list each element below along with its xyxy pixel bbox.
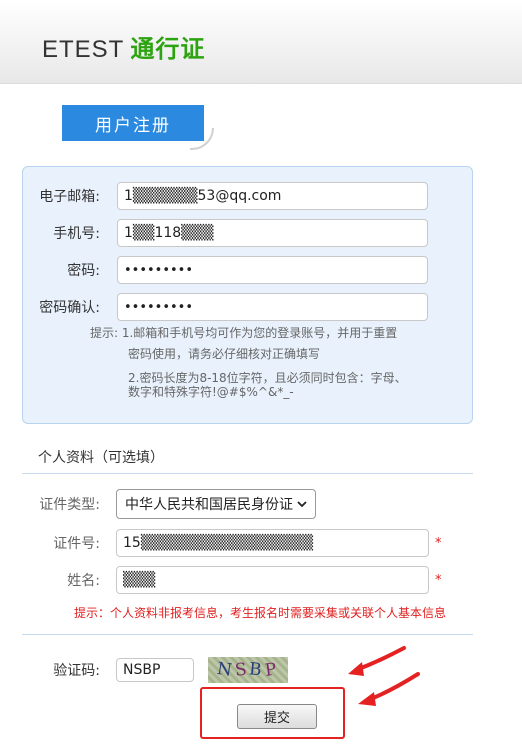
id-type-value: 中华人民共和国居民身份证 — [125, 497, 293, 513]
id-number-field[interactable]: 15▒▒▒▒▒▒▒▒▒▒▒▒▒▒▒▒ — [116, 529, 429, 557]
email-row: 电子邮箱: 1▒▒▒▒▒▒53@qq.com — [30, 182, 428, 210]
captcha-char: P — [263, 659, 281, 681]
section-divider — [22, 634, 473, 635]
captcha-input[interactable]: NSBP — [116, 658, 194, 682]
name-label: 姓名: — [67, 573, 100, 589]
captcha-row: 验证码: NSBP — [30, 658, 194, 682]
confirm-password-label: 密码确认: — [39, 300, 100, 316]
brand-suffix: 通行证 — [130, 36, 206, 63]
required-mark: * — [435, 535, 442, 551]
account-hint-2b: 数字和特殊字符!@#$%^&*_- — [128, 385, 294, 399]
id-type-select[interactable]: 中华人民共和国居民身份证 — [116, 489, 316, 519]
id-number-row: 证件号: 15▒▒▒▒▒▒▒▒▒▒▒▒▒▒▒▒ * — [30, 529, 442, 557]
account-hint-1a: 提示: 1.邮箱和手机号均可作为您的登录账号，并用于重置 — [90, 326, 398, 340]
register-tab-tail — [190, 128, 214, 150]
chevron-down-icon — [297, 496, 307, 512]
page-header: ETEST 通行证 — [0, 0, 522, 84]
brand-prefix: ETEST — [42, 36, 125, 63]
captcha-char: N — [215, 658, 236, 682]
id-number-label: 证件号: — [53, 536, 100, 552]
name-field[interactable]: ▒▒▒ — [116, 566, 429, 594]
phone-field[interactable]: 1▒▒118▒▒▒ — [117, 219, 428, 247]
email-field[interactable]: 1▒▒▒▒▒▒53@qq.com — [117, 182, 428, 210]
password-label: 密码: — [67, 263, 100, 279]
captcha-image[interactable]: N S B P — [208, 657, 288, 683]
annotation-arrow-icon — [358, 672, 420, 706]
register-tab: 用户注册 — [62, 105, 204, 141]
email-label: 电子邮箱: — [39, 189, 100, 205]
phone-label: 手机号: — [53, 226, 100, 242]
confirm-password-row: 密码确认: ••••••••• — [30, 293, 428, 321]
account-hint-1b: 密码使用，请务必仔细核对正确填写 — [128, 347, 321, 361]
personal-info-title: 个人资料（可选填） — [38, 450, 164, 466]
section-divider — [22, 473, 473, 474]
id-type-row: 证件类型: 中华人民共和国居民身份证 — [30, 489, 316, 519]
phone-row: 手机号: 1▒▒118▒▒▒ — [30, 219, 428, 247]
site-logo: ETEST 通行证 — [42, 29, 205, 64]
id-type-label: 证件类型: — [39, 497, 100, 513]
personal-info-notice: 提示：个人资料非报考信息，考生报名时需要采集或关联个人基本信息 — [74, 606, 447, 620]
password-row: 密码: ••••••••• — [30, 256, 428, 284]
password-field[interactable]: ••••••••• — [117, 256, 428, 284]
confirm-password-field[interactable]: ••••••••• — [117, 293, 428, 321]
submit-button[interactable]: 提交 — [237, 704, 317, 729]
name-row: 姓名: ▒▒▒ * — [30, 566, 442, 594]
required-mark: * — [435, 572, 442, 588]
captcha-label: 验证码: — [53, 663, 100, 679]
